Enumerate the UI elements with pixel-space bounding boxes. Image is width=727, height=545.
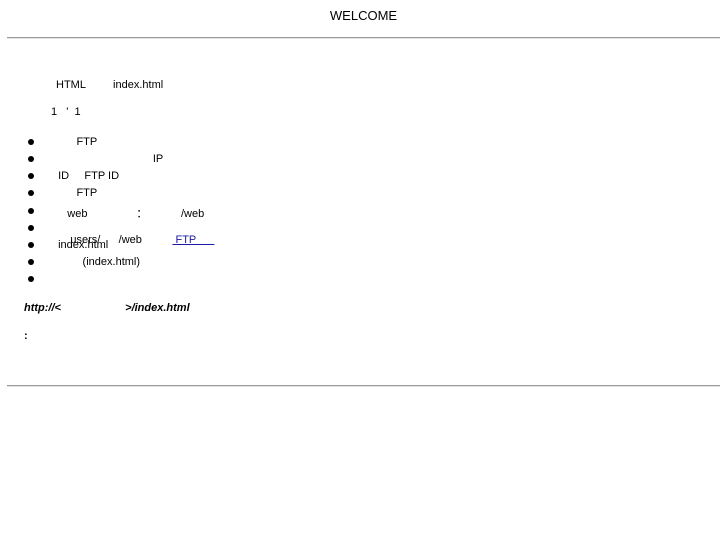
bullet-icon <box>28 208 34 214</box>
url-line: http://< >/index.html <box>24 302 190 314</box>
bullet-icon <box>28 156 34 162</box>
list-item-text: (index.html) <box>52 256 141 268</box>
page-title: WELCOME <box>329 8 398 23</box>
bullet-icon <box>28 190 34 196</box>
list-item: ID FTP ID <box>0 170 119 184</box>
bottom-divider <box>7 385 720 387</box>
list-item-text: ID FTP ID <box>52 170 120 182</box>
list-item: FTP <box>0 187 97 201</box>
bullet-icon <box>28 242 34 248</box>
list-item: FTP <box>0 136 97 150</box>
list-item: users/ /web FTP <box>0 222 196 246</box>
intro-line-1: HTML index.html <box>56 79 164 91</box>
list-item <box>0 273 34 287</box>
list-item-text: IP <box>52 153 164 165</box>
bullet-icon <box>28 225 34 231</box>
intro-line-2: 1 ' 1 <box>51 106 81 118</box>
bullet-icon <box>28 173 34 179</box>
list-item-text: index.html <box>52 239 109 251</box>
bullet-icon <box>28 259 34 265</box>
list-item-text: FTP <box>52 187 98 199</box>
ftp-link[interactable]: FTP <box>172 234 214 246</box>
bullet-icon <box>28 276 34 282</box>
top-divider <box>7 37 720 39</box>
list-item-text: web ： /web <box>52 208 205 220</box>
list-item: index.html <box>0 239 108 253</box>
list-item: IP <box>0 153 163 167</box>
list-item: (index.html) <box>0 256 140 270</box>
bullet-icon <box>28 139 34 145</box>
list-item-text: FTP <box>52 136 98 148</box>
list-item: web ： /web <box>0 205 204 220</box>
colon-line: : <box>24 330 28 342</box>
